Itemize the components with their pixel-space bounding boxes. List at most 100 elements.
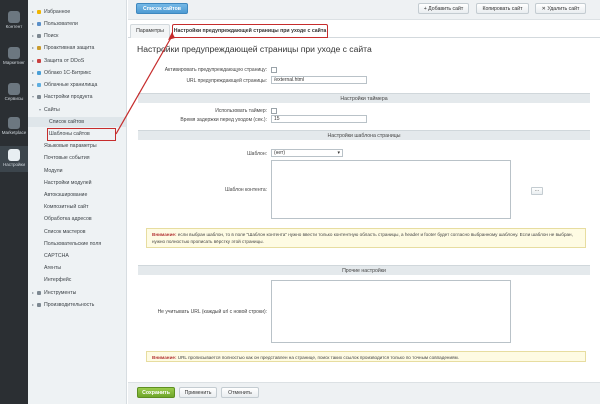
marketplace-icon xyxy=(8,117,20,129)
expand-arrow-icon[interactable]: ▸ xyxy=(31,80,35,90)
sidebar-item[interactable]: ▸ Поиск xyxy=(28,31,126,41)
highlight-box xyxy=(47,128,116,141)
rail-item-marketing[interactable]: Маркетинг xyxy=(0,44,28,70)
save-button[interactable]: Сохранить xyxy=(137,387,175,398)
sidebar-item-label: Языковые параметры xyxy=(44,143,97,149)
sidebar-item[interactable]: ▸ Пользователи xyxy=(28,19,126,29)
expand-arrow-icon[interactable]: ▸ xyxy=(31,7,35,17)
sidebar-item-label: Проактивная защита xyxy=(44,45,95,51)
sidebar-item[interactable]: CAPTCHA xyxy=(28,251,126,261)
sidebar-item-label: Интерфейс xyxy=(44,277,72,283)
section-icon xyxy=(37,71,41,75)
rail-item-services[interactable]: Сервисы xyxy=(0,80,28,106)
template-section-header: Настройки шаблона страницы xyxy=(138,130,590,140)
sidebar-item[interactable]: Настройки модулей xyxy=(28,178,126,188)
gear-icon xyxy=(8,149,20,161)
sidebar-item[interactable]: ▸ Облачные хранилища xyxy=(28,80,126,90)
expand-arrow-icon[interactable]: ▸ xyxy=(31,19,35,29)
expand-arrow-icon[interactable]: ▸ xyxy=(31,43,35,53)
url-note-text: URL прописывается полностью как он предс… xyxy=(176,355,459,360)
sidebar-item[interactable]: ▸ Избранное xyxy=(28,7,126,17)
sidebar-item[interactable]: ▸ Защита от DDoS xyxy=(28,56,126,66)
expand-arrow-icon[interactable]: ▾ xyxy=(38,105,42,115)
url-note: Внимание: URL прописывается полностью ка… xyxy=(146,351,586,362)
rail-item-settings[interactable]: Настройки xyxy=(0,146,28,172)
sidebar-item-label: Список мастеров xyxy=(44,229,86,235)
expand-arrow-icon[interactable]: ▸ xyxy=(31,288,35,298)
template-select-value: (нет) xyxy=(274,150,285,156)
section-icon xyxy=(37,95,41,99)
sidebar-item-label: Агенты xyxy=(44,265,62,271)
url-label: URL предупреждающей страницы: xyxy=(186,78,267,84)
sidebar-item-label: Инструменты xyxy=(44,290,77,296)
section-icon xyxy=(37,22,41,26)
ignore-urls-textarea[interactable] xyxy=(271,280,511,343)
copy-site-button[interactable]: Копировать сайт xyxy=(476,3,529,14)
sidebar-item-label: Автокэширование xyxy=(44,192,88,198)
rail-label: Сервисы xyxy=(4,96,24,101)
expand-arrow-icon[interactable]: ▸ xyxy=(31,56,35,66)
sidebar-item[interactable]: ▾ Сайты xyxy=(28,105,126,115)
template-select[interactable]: (нет) ▾ xyxy=(271,149,343,157)
rail-item-content[interactable]: Контент xyxy=(0,8,28,34)
ignore-urls-label: Не учитывать URL (каждый url с новой стр… xyxy=(157,309,267,315)
expand-arrow-icon[interactable]: ▸ xyxy=(31,31,35,41)
expand-arrow-icon[interactable]: ▸ xyxy=(31,68,35,78)
sidebar-item[interactable]: ▸ Производительность xyxy=(28,300,126,310)
activate-checkbox[interactable] xyxy=(271,67,277,73)
chevron-down-icon: ▾ xyxy=(337,150,340,156)
section-icon xyxy=(37,303,41,307)
main-rail: Контент Маркетинг Сервисы Marketplace На… xyxy=(0,0,28,404)
sidebar-item[interactable]: Обработка адресов xyxy=(28,214,126,224)
section-icon xyxy=(37,34,41,38)
delay-label: Время задержки перед уходом (сек.): xyxy=(180,117,267,123)
activate-label: Активировать предупреждающую страницу: xyxy=(164,67,267,73)
sidebar-item[interactable]: Список сайтов xyxy=(28,117,126,127)
delay-input[interactable]: 15 xyxy=(271,115,367,123)
services-icon xyxy=(8,83,20,95)
expand-arrow-icon[interactable]: ▸ xyxy=(31,300,35,310)
sidebar-item-label: Сайты xyxy=(44,107,60,113)
url-input[interactable]: /external.html xyxy=(271,76,367,84)
cancel-button[interactable]: Отменить xyxy=(221,387,259,398)
delete-site-button[interactable]: ✕ Удалить сайт xyxy=(535,3,586,14)
rail-item-marketplace[interactable]: Marketplace xyxy=(0,114,28,140)
section-icon xyxy=(37,10,41,14)
sidebar-item[interactable]: Языковые параметры xyxy=(28,141,126,151)
sidebar-item[interactable]: Список мастеров xyxy=(28,227,126,237)
sidebar-item[interactable]: Агенты xyxy=(28,263,126,273)
sidebar-item[interactable]: ▸ Инструменты xyxy=(28,288,126,298)
template-note-bold: Внимание: xyxy=(152,232,177,237)
sidebar-item[interactable]: Интерфейс xyxy=(28,275,126,285)
tab-parameters[interactable]: Параметры xyxy=(130,24,170,38)
sidebar-item[interactable]: Композитный сайт xyxy=(28,202,126,212)
sidebar-item-label: CAPTCHA xyxy=(44,253,69,259)
top-toolbar xyxy=(128,0,600,20)
sidebar-item-label: Композитный сайт xyxy=(44,204,89,210)
sidebar-item[interactable]: ▸ Облако 1С-Битрикс xyxy=(28,68,126,78)
apply-button[interactable]: Применить xyxy=(179,387,217,398)
section-icon xyxy=(37,291,41,295)
sidebar-item-label: Обработка адресов xyxy=(44,216,92,222)
add-site-button[interactable]: + Добавить сайт xyxy=(418,3,469,14)
browse-button[interactable]: ... xyxy=(531,187,543,195)
content-template-textarea[interactable] xyxy=(271,160,511,219)
sidebar-item[interactable]: ▾ Настройки продукта xyxy=(28,92,126,102)
tab-warning-page[interactable]: Настройки предупреждающей страницы при у… xyxy=(172,24,328,38)
other-section-header: Прочие настройки xyxy=(138,265,590,275)
settings-sidebar: ▸ Избранное ▸ Пользователи ▸ Поиск ▸ Проактивна… xyxy=(28,0,127,404)
sidebar-item-label: Избранное xyxy=(44,9,71,15)
sidebar-item-label: Модули xyxy=(44,168,63,174)
expand-arrow-icon[interactable]: ▾ xyxy=(31,92,35,102)
sidebar-item[interactable]: Модули xyxy=(28,166,126,176)
sidebar-item[interactable]: Почтовые события xyxy=(28,153,126,163)
site-list-button[interactable]: Список сайтов xyxy=(136,3,188,14)
rail-label: Маркетинг xyxy=(3,60,25,65)
sidebar-item[interactable]: Пользовательские поля xyxy=(28,239,126,249)
use-timer-checkbox[interactable] xyxy=(271,108,277,114)
sidebar-item-label: Облачные хранилища xyxy=(44,82,98,88)
sidebar-item[interactable]: Автокэширование xyxy=(28,190,126,200)
content-icon xyxy=(8,11,20,23)
section-icon xyxy=(37,46,41,50)
sidebar-item[interactable]: ▸ Проактивная защита xyxy=(28,43,126,53)
